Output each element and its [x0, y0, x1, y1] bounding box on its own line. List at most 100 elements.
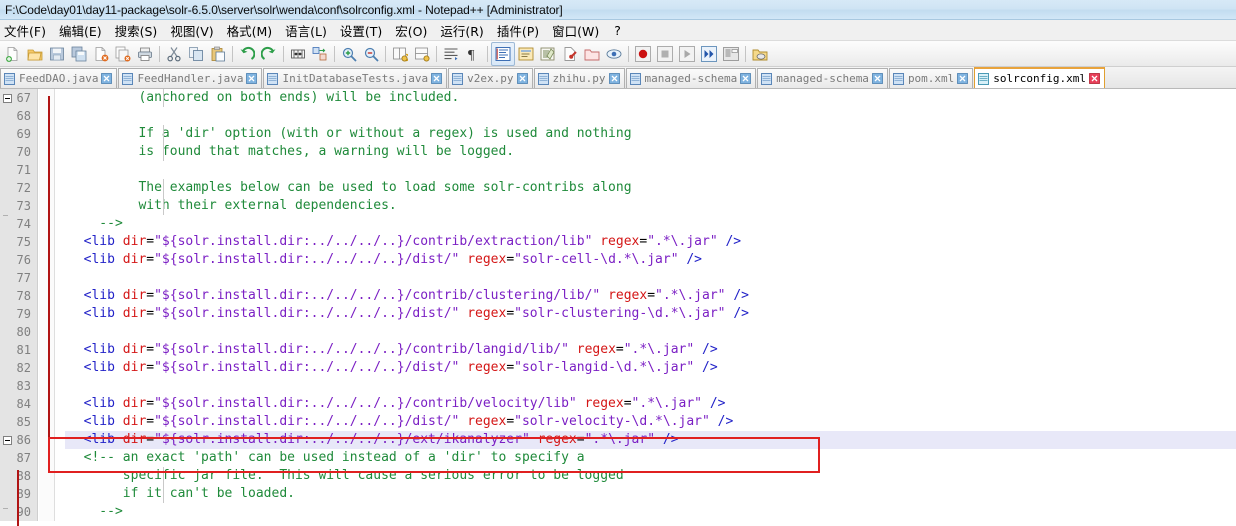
- folder-as-workspace-icon[interactable]: [581, 43, 603, 65]
- tab-managed-schema-1[interactable]: managed-schema: [625, 68, 757, 88]
- fold-margin[interactable]: [39, 89, 55, 521]
- playback-macro-icon[interactable]: [676, 43, 698, 65]
- tab-close-icon[interactable]: [740, 73, 752, 84]
- tab-managed-schema-2[interactable]: managed-schema: [757, 68, 888, 88]
- zoom-out-icon[interactable]: [360, 43, 382, 65]
- menu-run[interactable]: 运行(R): [434, 19, 490, 42]
- code-line[interactable]: If a 'dir' option (with or without a reg…: [65, 125, 1236, 143]
- close-file-icon[interactable]: [90, 43, 112, 65]
- tab-close-icon[interactable]: [431, 73, 443, 84]
- tab-zhihu-py[interactable]: zhihu.py: [533, 68, 625, 88]
- code-line[interactable]: if it can't be loaded.: [65, 485, 1236, 503]
- save-all-icon[interactable]: [68, 43, 90, 65]
- code-line[interactable]: [65, 269, 1236, 287]
- code-line[interactable]: <lib dir="${solr.install.dir:../../../..…: [65, 287, 1236, 305]
- tab-close-icon[interactable]: [608, 73, 620, 84]
- print-icon[interactable]: [134, 43, 156, 65]
- tab-feedhandler-java[interactable]: FeedHandler.java: [118, 68, 263, 88]
- menu-help[interactable]: ?: [606, 21, 629, 40]
- tab-close-icon[interactable]: [246, 73, 258, 84]
- code-line[interactable]: specific jar file. This will cause a ser…: [65, 467, 1236, 485]
- line-number: 81: [16, 343, 31, 357]
- sync-horizontal-icon[interactable]: [411, 43, 433, 65]
- code-line[interactable]: <lib dir="${solr.install.dir:../../../..…: [65, 341, 1236, 359]
- tab-close-icon[interactable]: [516, 73, 528, 84]
- word-wrap-icon[interactable]: [440, 43, 462, 65]
- code-line[interactable]: [65, 323, 1236, 341]
- menu-view[interactable]: 视图(V): [164, 19, 220, 42]
- toolbar-separator: [484, 43, 491, 65]
- code-line[interactable]: (anchored on both ends) will be included…: [65, 89, 1236, 107]
- open-file-icon[interactable]: [24, 43, 46, 65]
- code-line[interactable]: -->: [65, 215, 1236, 233]
- tab-feeddao-java[interactable]: FeedDAO.java: [0, 68, 118, 88]
- code-token-txt: =: [146, 360, 155, 375]
- tab-initdatabasetests-java[interactable]: InitDatabaseTests.java: [263, 68, 448, 88]
- tab-solrconfig-xml[interactable]: solrconfig.xml: [974, 67, 1106, 88]
- show-whitespace-icon[interactable]: [603, 43, 625, 65]
- code-line[interactable]: -->: [65, 503, 1236, 521]
- code-line[interactable]: [65, 107, 1236, 125]
- code-line[interactable]: The examples below can be used to load s…: [65, 179, 1236, 197]
- code-token-att: dir: [122, 432, 147, 447]
- show-all-chars-icon[interactable]: ¶: [462, 43, 484, 65]
- editor-area[interactable]: 67 68 69 70 71 72 73 74 75 76 77 78 79 80 81 82 83 84 85 86…: [0, 89, 1236, 521]
- code-line[interactable]: with their external dependencies.: [65, 197, 1236, 215]
- zoom-in-icon[interactable]: [338, 43, 360, 65]
- copy-icon[interactable]: [185, 43, 207, 65]
- run-icon[interactable]: [749, 43, 771, 65]
- code-line[interactable]: <!-- an exact 'path' can be used instead…: [65, 449, 1236, 467]
- code-token-txt: =: [146, 414, 155, 429]
- fold-collapse-icon[interactable]: [3, 94, 12, 103]
- find-icon[interactable]: [287, 43, 309, 65]
- bookmark-margin[interactable]: [56, 89, 65, 521]
- code-line[interactable]: [65, 377, 1236, 395]
- new-file-icon[interactable]: [2, 43, 24, 65]
- code-line[interactable]: <lib dir="${solr.install.dir:../../../..…: [65, 359, 1236, 377]
- code-line[interactable]: is found that matches, a warning will be…: [65, 143, 1236, 161]
- menu-settings[interactable]: 设置(T): [334, 19, 389, 42]
- code-line[interactable]: [65, 161, 1236, 179]
- tab-label: FeedHandler.java: [137, 72, 244, 85]
- code-line[interactable]: <lib dir="${solr.install.dir:../../../..…: [65, 305, 1236, 323]
- tab-pom-xml[interactable]: pom.xml: [888, 68, 974, 88]
- function-list-icon[interactable]: [559, 43, 581, 65]
- code-line[interactable]: <lib dir="${solr.install.dir:../../../..…: [65, 413, 1236, 431]
- stop-record-icon[interactable]: [654, 43, 676, 65]
- code-line[interactable]: <lib dir="${solr.install.dir:../../../..…: [65, 431, 1236, 449]
- menu-format[interactable]: 格式(M): [221, 19, 280, 42]
- code-line[interactable]: <lib dir="${solr.install.dir:../../../..…: [65, 251, 1236, 269]
- menu-window[interactable]: 窗口(W): [546, 19, 606, 42]
- indent-guide-icon[interactable]: [491, 41, 515, 66]
- fold-collapse-icon[interactable]: [3, 436, 12, 445]
- menu-macro[interactable]: 宏(O): [389, 19, 434, 42]
- tab-close-icon[interactable]: [101, 73, 113, 84]
- show-doc-map-icon[interactable]: [537, 43, 559, 65]
- menu-plugins[interactable]: 插件(P): [491, 19, 546, 42]
- code-line[interactable]: <lib dir="${solr.install.dir:../../../..…: [65, 395, 1236, 413]
- tab-close-icon[interactable]: [1089, 73, 1100, 84]
- code-text[interactable]: (anchored on both ends) will be included…: [65, 89, 1236, 521]
- menu-edit[interactable]: 编辑(E): [53, 19, 109, 42]
- cut-icon[interactable]: [163, 43, 185, 65]
- run-multi-macro-icon[interactable]: [698, 43, 720, 65]
- redo-icon[interactable]: [258, 43, 280, 65]
- undo-icon[interactable]: [236, 43, 258, 65]
- code-token-att: regex: [467, 306, 507, 321]
- tab-v2ex-py[interactable]: v2ex.py: [448, 68, 533, 88]
- save-macro-icon[interactable]: [720, 43, 742, 65]
- menu-search[interactable]: 搜索(S): [109, 19, 165, 42]
- menu-language[interactable]: 语言(L): [279, 19, 334, 42]
- replace-icon[interactable]: ᵃ: [309, 43, 331, 65]
- ui-shift-icon[interactable]: [515, 43, 537, 65]
- save-icon[interactable]: [46, 43, 68, 65]
- tab-close-icon[interactable]: [872, 73, 883, 84]
- tab-close-icon[interactable]: [957, 73, 969, 84]
- menu-file[interactable]: 文件(F): [0, 19, 53, 42]
- sync-vertical-icon[interactable]: [389, 43, 411, 65]
- close-all-icon[interactable]: [112, 43, 134, 65]
- record-macro-icon[interactable]: [632, 43, 654, 65]
- paste-icon[interactable]: [207, 43, 229, 65]
- code-line[interactable]: <lib dir="${solr.install.dir:../../../..…: [65, 233, 1236, 251]
